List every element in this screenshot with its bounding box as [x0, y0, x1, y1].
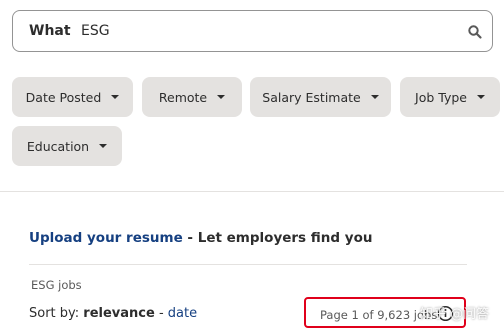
section-divider: [0, 191, 504, 192]
filter-remote-label: Remote: [158, 89, 208, 105]
sort-separator: -: [154, 306, 168, 321]
sort-date-link[interactable]: date: [168, 306, 197, 321]
sort-relevance: relevance: [83, 306, 155, 321]
sort-prefix: Sort by:: [29, 306, 84, 321]
chevron-down-icon: [370, 95, 379, 99]
chevron-down-icon: [217, 95, 226, 99]
chevron-down-icon: [476, 95, 485, 99]
filter-education-label: Education: [26, 138, 90, 154]
filter-salary-estimate-label: Salary Estimate: [262, 89, 361, 105]
filter-remote[interactable]: Remote: [142, 77, 242, 117]
upload-resume-link[interactable]: Upload your resume: [29, 230, 183, 246]
filter-salary-estimate[interactable]: Salary Estimate: [250, 77, 391, 117]
search-icon[interactable]: [467, 24, 483, 40]
chevron-down-icon: [99, 144, 108, 148]
filter-date-posted[interactable]: Date Posted: [12, 77, 133, 117]
chevron-down-icon: [111, 95, 120, 99]
search-box[interactable]: What: [12, 10, 493, 52]
search-what-label: What: [29, 23, 71, 39]
watermark-text: 知乎 @问答: [420, 307, 490, 322]
filter-date-posted-label: Date Posted: [25, 89, 102, 105]
filter-education[interactable]: Education: [12, 126, 122, 166]
upload-resume-tagline: - Let employers find you: [182, 230, 373, 246]
filter-job-type[interactable]: Job Type: [400, 77, 500, 117]
search-input[interactable]: [81, 19, 441, 43]
sort-by: Sort by: relevance - date: [29, 306, 197, 321]
filter-job-type-label: Job Type: [415, 89, 467, 105]
upload-resume-banner: Upload your resume - Let employers find …: [29, 230, 372, 246]
jobs-heading: ESG jobs: [31, 278, 82, 292]
results-divider: [29, 264, 467, 265]
